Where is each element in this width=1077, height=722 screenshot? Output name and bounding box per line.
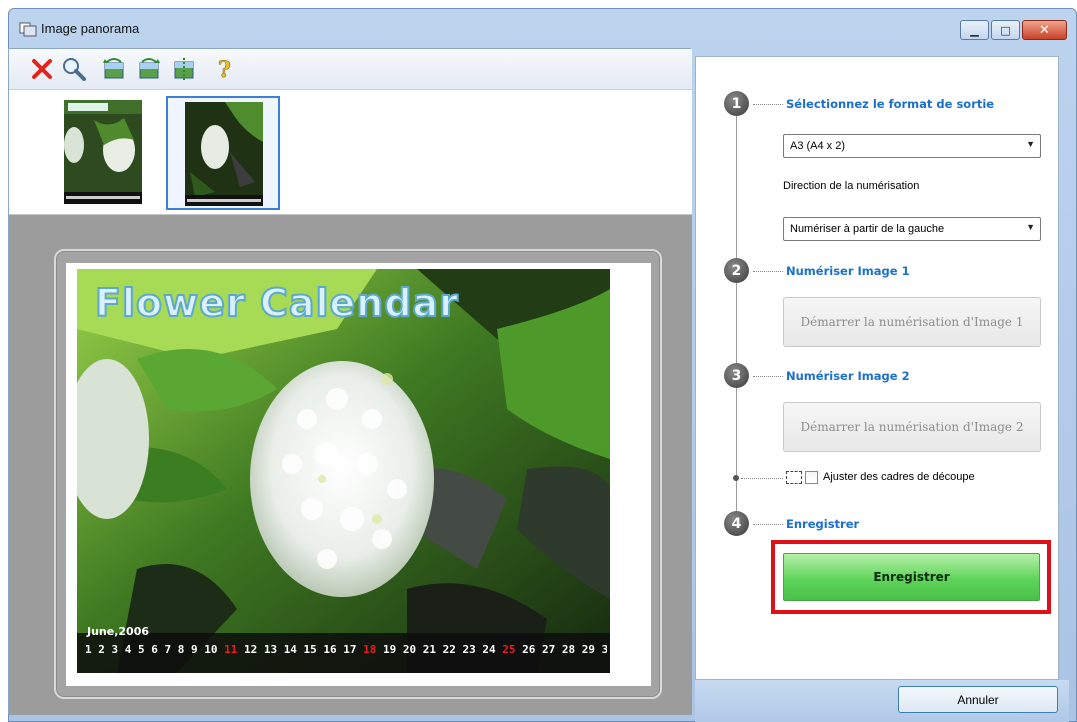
minimize-icon: ▁ [970, 23, 979, 37]
flip-button[interactable] [169, 54, 199, 84]
scan-image-1-button[interactable]: Démarrer la numérisation d'Image 1 [783, 297, 1041, 347]
step-4-badge: 4 [724, 511, 749, 536]
rotate-right-button[interactable] [134, 54, 164, 84]
maximize-icon: □ [1000, 23, 1011, 37]
calendar-holiday-1: 11 [224, 643, 238, 656]
step-2-title: Numériser Image 1 [786, 264, 910, 278]
help-button[interactable]: ? [211, 54, 241, 84]
step-1-badge: 1 [724, 91, 749, 116]
calendar-holiday-3: 25 [502, 643, 516, 656]
output-format-select[interactable]: A3 (A4 x 2) ▼ [783, 134, 1041, 158]
scan-image-2-button[interactable]: Démarrer la numérisation d'Image 2 [783, 402, 1041, 452]
svg-text:?: ? [218, 57, 231, 82]
adjust-crop-checkbox[interactable] [805, 471, 818, 484]
step-4-title: Enregistrer [786, 517, 860, 531]
thumbnail-image-2[interactable] [166, 96, 280, 210]
rotate-left-icon [103, 58, 124, 79]
calendar-days-part-2: 12 13 14 15 16 17 [243, 643, 357, 656]
step-3-title: Numériser Image 2 [786, 369, 910, 383]
thumbnail-image-1[interactable] [47, 96, 161, 210]
step-2-dots [753, 271, 783, 272]
calendar-days: 1 2 3 4 5 6 7 8 9 10 11 12 13 14 15 16 1… [85, 643, 607, 656]
calendar-holiday-2: 18 [363, 643, 377, 656]
rotate-right-icon [139, 58, 160, 79]
delete-icon [32, 59, 52, 79]
step-4-dots [753, 524, 783, 525]
output-format-value: A3 (A4 x 2) [790, 140, 846, 152]
help-icon: ? [218, 57, 231, 82]
calendar-days-part-3: 19 20 21 22 23 24 [383, 643, 496, 656]
crop-frame-icon [786, 471, 802, 484]
chevron-down-icon: ▼ [1026, 139, 1035, 149]
step-2-badge: 2 [724, 258, 749, 283]
toolbar: ? [9, 49, 692, 90]
crop-dots [741, 478, 783, 479]
close-icon: ✕ [1039, 22, 1050, 38]
rotate-left-button[interactable] [99, 54, 129, 84]
image-pane: ? Flower Calendar June,2006 1 2 3 4 5 6 … [8, 48, 692, 715]
step-3-dots [753, 376, 783, 377]
scan-direction-value: Numériser à partir de la gauche [790, 223, 945, 235]
save-button[interactable]: Enregistrer [783, 553, 1040, 601]
step-1-dots [753, 104, 783, 105]
scan-direction-label: Direction de la numérisation [783, 180, 920, 192]
delete-button[interactable] [27, 54, 57, 84]
calendar-month: June,2006 [87, 625, 150, 638]
step-connector [736, 97, 737, 517]
thumbnail-strip [9, 90, 692, 215]
close-button[interactable]: ✕ [1022, 20, 1067, 40]
chevron-down-icon: ▼ [1026, 222, 1035, 232]
flower-photo [77, 269, 610, 673]
zoom-icon [63, 58, 86, 81]
calendar-days-part-4: 26 27 28 29 30 [522, 643, 607, 656]
step-3-badge: 3 [724, 363, 749, 388]
scan-direction-select[interactable]: Numériser à partir de la gauche ▼ [783, 217, 1041, 241]
crop-step-dot [733, 475, 739, 481]
step-1-title: Sélectionnez le format de sortie [786, 97, 995, 111]
scanned-image: Flower Calendar June,2006 1 2 3 4 5 6 7 … [77, 269, 610, 673]
window-title: Image panorama [41, 21, 140, 36]
preview-area: Flower Calendar June,2006 1 2 3 4 5 6 7 … [9, 215, 692, 715]
app-icon [19, 22, 37, 37]
zoom-button[interactable] [59, 54, 89, 84]
minimize-button[interactable]: ▁ [960, 20, 989, 40]
steps-panel: 1 Sélectionnez le format de sortie A3 (A… [695, 56, 1059, 680]
calendar-days-part-1: 1 2 3 4 5 6 7 8 9 10 [85, 643, 218, 656]
maximize-button[interactable]: □ [991, 20, 1020, 40]
page-frame: Flower Calendar June,2006 1 2 3 4 5 6 7 … [54, 249, 662, 699]
adjust-crop-label: Ajuster des cadres de découpe [823, 471, 975, 483]
thumbnail-1-preview [64, 100, 142, 204]
flip-icon [174, 58, 194, 80]
thumbnail-2-preview [185, 102, 263, 206]
photo-title: Flower Calendar [94, 280, 459, 326]
page-preview: Flower Calendar June,2006 1 2 3 4 5 6 7 … [66, 263, 651, 686]
cancel-button[interactable]: Annuler [898, 686, 1058, 713]
